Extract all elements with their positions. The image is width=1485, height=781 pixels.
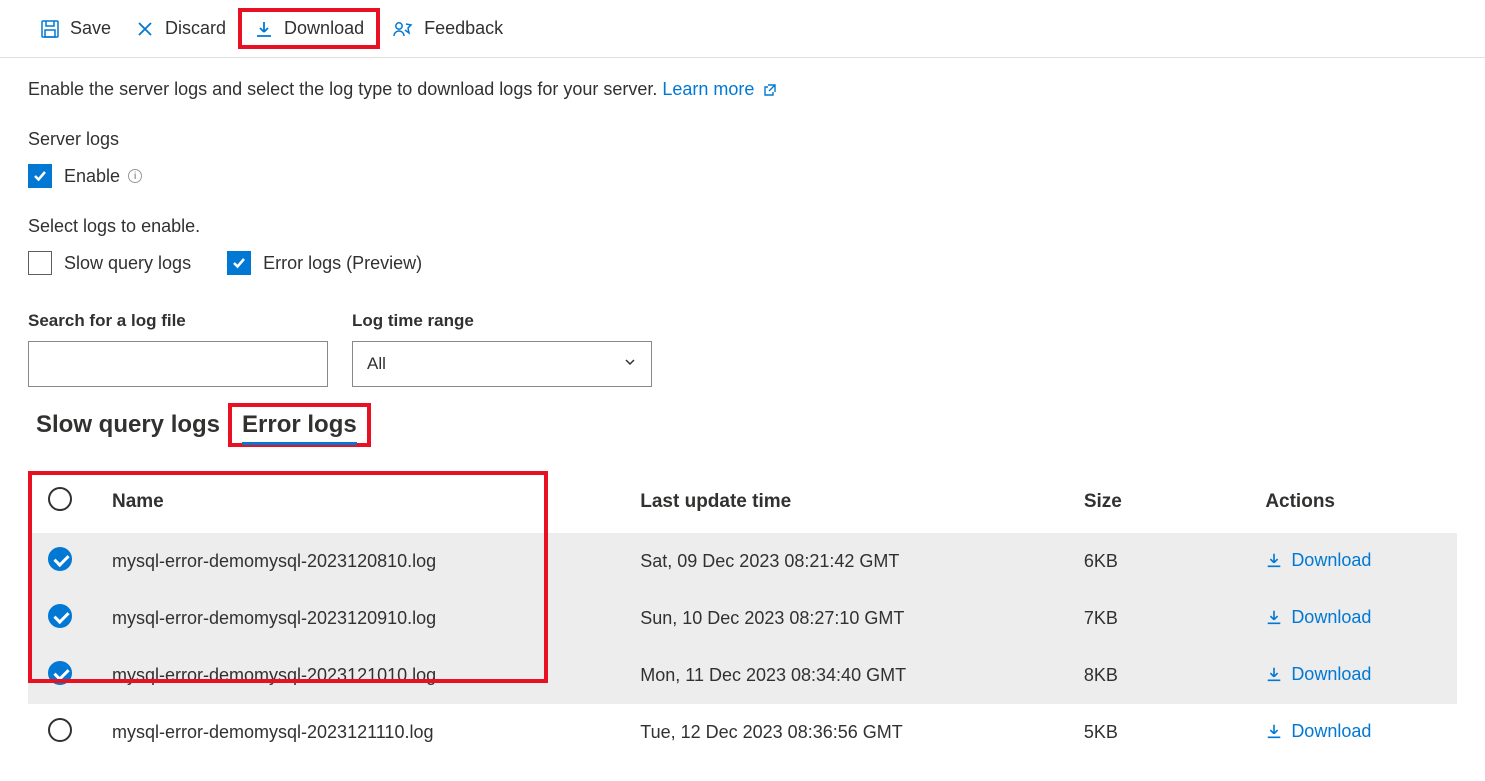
row-download-link[interactable]: Download	[1265, 721, 1371, 742]
table-row[interactable]: mysql-error-demomysql-2023121010.log Mon…	[28, 647, 1457, 704]
col-name[interactable]: Name	[92, 471, 620, 533]
col-time[interactable]: Last update time	[620, 471, 1064, 533]
row-download-label: Download	[1291, 721, 1371, 742]
row-size: 6KB	[1064, 533, 1246, 590]
col-actions: Actions	[1245, 471, 1457, 533]
row-download-link[interactable]: Download	[1265, 664, 1371, 685]
enable-checkbox-row: Enable i	[28, 164, 142, 188]
discard-label: Discard	[165, 18, 226, 39]
row-time: Tue, 12 Dec 2023 08:36:56 GMT	[620, 704, 1064, 761]
row-size: 8KB	[1064, 647, 1246, 704]
row-download-label: Download	[1291, 550, 1371, 571]
save-button[interactable]: Save	[40, 18, 111, 39]
intro-text: Enable the server logs and select the lo…	[28, 78, 1457, 101]
error-logs-checkbox[interactable]	[227, 251, 251, 275]
download-button[interactable]: Download	[238, 8, 380, 49]
toolbar: Save Discard Download Feedback	[0, 0, 1485, 58]
filters: Search for a log file Log time range All	[28, 311, 1457, 387]
feedback-label: Feedback	[424, 18, 503, 39]
row-size: 5KB	[1064, 704, 1246, 761]
chevron-down-icon	[623, 354, 637, 374]
search-label: Search for a log file	[28, 311, 328, 331]
row-download-label: Download	[1291, 664, 1371, 685]
logs-table: Name Last update time Size Actions mysql…	[28, 471, 1457, 761]
slow-query-label: Slow query logs	[64, 253, 191, 274]
search-input[interactable]	[28, 341, 328, 387]
save-icon	[40, 19, 60, 39]
table-wrap: Name Last update time Size Actions mysql…	[28, 471, 1457, 761]
row-download-link[interactable]: Download	[1265, 607, 1371, 628]
row-name: mysql-error-demomysql-2023121010.log	[92, 647, 620, 704]
row-checkbox[interactable]	[48, 547, 72, 571]
row-name: mysql-error-demomysql-2023121110.log	[92, 704, 620, 761]
slow-query-checkbox[interactable]	[28, 251, 52, 275]
close-icon	[135, 19, 155, 39]
tab-error-logs[interactable]: Error logs	[242, 407, 357, 445]
range-label: Log time range	[352, 311, 652, 331]
log-tabs: Slow query logs Error logs	[36, 407, 1457, 443]
server-logs-heading: Server logs	[28, 129, 1457, 150]
col-size[interactable]: Size	[1064, 471, 1246, 533]
row-checkbox[interactable]	[48, 718, 72, 742]
enable-checkbox[interactable]	[28, 164, 52, 188]
time-range-value: All	[367, 354, 386, 374]
row-checkbox[interactable]	[48, 661, 72, 685]
download-icon	[254, 19, 274, 39]
discard-button[interactable]: Discard	[135, 18, 226, 39]
row-time: Sat, 09 Dec 2023 08:21:42 GMT	[620, 533, 1064, 590]
select-logs-heading: Select logs to enable.	[28, 216, 1457, 237]
feedback-icon	[392, 19, 414, 39]
time-range-select[interactable]: All	[352, 341, 652, 387]
save-label: Save	[70, 18, 111, 39]
table-row[interactable]: mysql-error-demomysql-2023121110.log Tue…	[28, 704, 1457, 761]
content: Enable the server logs and select the lo…	[0, 58, 1485, 781]
row-download-link[interactable]: Download	[1265, 550, 1371, 571]
learn-more-link[interactable]: Learn more	[662, 79, 777, 99]
table-row[interactable]: mysql-error-demomysql-2023120810.log Sat…	[28, 533, 1457, 590]
table-row[interactable]: mysql-error-demomysql-2023120910.log Sun…	[28, 590, 1457, 647]
row-download-label: Download	[1291, 607, 1371, 628]
enable-text: Enable	[64, 166, 120, 187]
learn-more-label: Learn more	[662, 79, 754, 99]
error-logs-label: Error logs (Preview)	[263, 253, 422, 274]
select-all-checkbox[interactable]	[48, 487, 72, 511]
log-type-checkboxes: Slow query logs Error logs (Preview)	[28, 251, 422, 275]
feedback-button[interactable]: Feedback	[392, 18, 503, 39]
enable-label: Enable i	[64, 166, 142, 187]
intro-copy: Enable the server logs and select the lo…	[28, 79, 657, 99]
row-name: mysql-error-demomysql-2023120810.log	[92, 533, 620, 590]
tab-slow-query[interactable]: Slow query logs	[36, 407, 220, 443]
row-name: mysql-error-demomysql-2023120910.log	[92, 590, 620, 647]
row-time: Mon, 11 Dec 2023 08:34:40 GMT	[620, 647, 1064, 704]
info-icon[interactable]: i	[128, 169, 142, 183]
row-size: 7KB	[1064, 590, 1246, 647]
row-time: Sun, 10 Dec 2023 08:27:10 GMT	[620, 590, 1064, 647]
row-checkbox[interactable]	[48, 604, 72, 628]
download-label: Download	[284, 18, 364, 39]
